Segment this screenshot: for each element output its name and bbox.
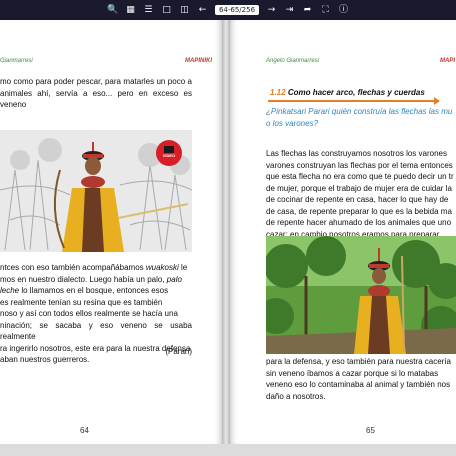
video-badge[interactable]: VIDEO bbox=[156, 140, 182, 166]
section-underline bbox=[268, 100, 438, 102]
running-title: MAPINIKI bbox=[185, 58, 212, 64]
viewer-toolbar: 🔍 ▦ ☰ □ ◫ ← 64-65/256 → ⇥ ➦ ⛶ ⓘ bbox=[0, 0, 456, 20]
last-page-icon[interactable]: ⇥ bbox=[284, 5, 295, 16]
single-page-icon[interactable]: □ bbox=[161, 5, 172, 16]
question: ¿Pinkatsari Parari quién construía las f… bbox=[266, 107, 453, 128]
left-page[interactable]: Gianmarresi MAPINIKI mo como para poder … bbox=[0, 20, 222, 444]
back-icon[interactable]: ← bbox=[197, 5, 208, 16]
zoom-icon[interactable]: 🔍 bbox=[107, 5, 118, 16]
running-author-right: Angelo Gianmarresi bbox=[266, 58, 320, 64]
book-gutter bbox=[222, 20, 230, 444]
paragraph-1: mo como para poder pescar, para matarles… bbox=[0, 77, 192, 109]
info-icon[interactable]: ⓘ bbox=[338, 5, 349, 16]
double-page-icon[interactable]: ◫ bbox=[179, 5, 190, 16]
share-icon[interactable]: ➦ bbox=[302, 5, 313, 16]
fullscreen-icon[interactable]: ⛶ bbox=[320, 5, 331, 16]
list-icon[interactable]: ☰ bbox=[143, 5, 154, 16]
answer-text-continued: para la defensa, y eso también para nues… bbox=[266, 357, 451, 401]
running-title-right: MAPI bbox=[440, 58, 455, 64]
forward-icon[interactable]: → bbox=[266, 5, 277, 16]
underline-arrow-icon bbox=[434, 97, 440, 105]
page-number-right: 65 bbox=[366, 426, 375, 435]
answer-text: Las flechas las construyamos nosotros lo… bbox=[266, 149, 454, 239]
section-heading: 1.12 Como hacer arco, flechas y cuerdas bbox=[270, 88, 425, 97]
right-page[interactable]: Angelo Gianmarresi MAPI 1.12 Como hacer … bbox=[230, 20, 456, 444]
video-badge-label: VIDEO bbox=[162, 153, 176, 158]
running-author: Gianmarresi bbox=[0, 58, 33, 64]
page-indicator[interactable]: 64-65/256 bbox=[214, 5, 260, 15]
attribution: (Parari) bbox=[165, 347, 192, 356]
photo-man-in-forest bbox=[266, 236, 456, 354]
camera-icon bbox=[164, 146, 174, 153]
page-number-left: 64 bbox=[80, 426, 89, 435]
grid-icon[interactable]: ▦ bbox=[125, 5, 136, 16]
